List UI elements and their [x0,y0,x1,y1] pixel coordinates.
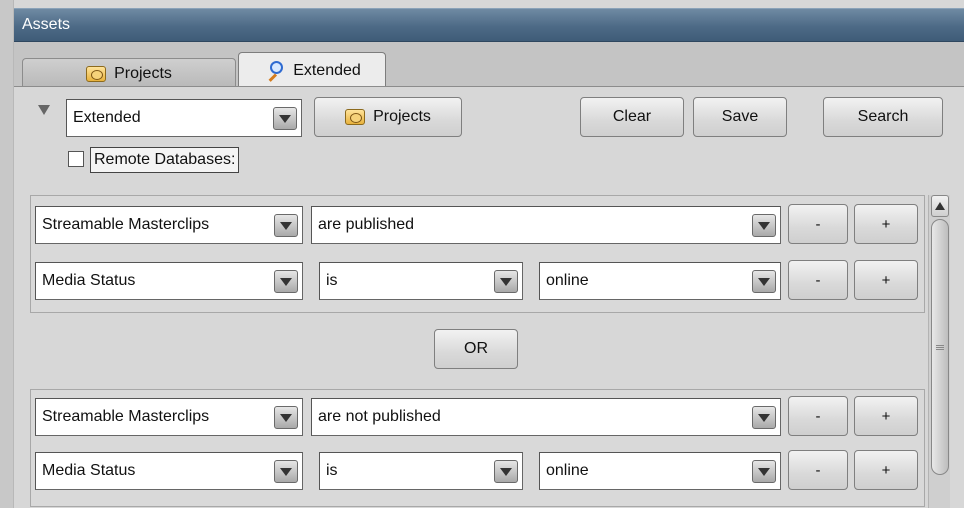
remove-condition-button[interactable]: - [788,204,848,244]
field-value: Streamable Masterclips [42,216,210,233]
operator-dropdown[interactable]: is [319,452,523,490]
vertical-scrollbar[interactable] [928,195,950,508]
search-mode-dropdown[interactable]: Extended [66,99,302,137]
remote-databases-checkbox[interactable] [68,151,84,167]
projects-button-label: Projects [373,108,431,125]
remove-condition-button[interactable]: - [788,260,848,300]
chevron-down-icon[interactable] [752,214,776,237]
tab-extended-label: Extended [293,61,361,79]
tab-projects[interactable]: Projects [22,58,236,88]
tab-extended[interactable]: Extended [238,52,386,88]
chevron-down-icon[interactable] [274,460,298,483]
search-mode-value: Extended [73,109,141,126]
chevron-down-icon[interactable] [273,107,297,130]
chevron-down-icon[interactable] [752,406,776,429]
chevron-down-icon[interactable] [494,270,518,293]
criteria-group-1: Streamable Masterclips are published - +… [30,195,925,313]
field-dropdown[interactable]: Media Status [35,452,303,490]
search-button[interactable]: Search [823,97,943,137]
tab-strip: Projects Extended [14,42,964,88]
operator-dropdown[interactable]: are not published [311,398,781,436]
projects-button[interactable]: Projects [314,97,462,137]
add-condition-label: + [881,461,891,479]
value-text: online [546,272,589,289]
chevron-down-icon[interactable] [274,406,298,429]
add-condition-button[interactable]: + [854,450,918,490]
remove-condition-label: - [815,271,821,289]
field-dropdown[interactable]: Streamable Masterclips [35,206,303,244]
add-condition-label: + [881,271,891,289]
disclosure-triangle-icon[interactable] [38,105,50,115]
operator-dropdown[interactable]: is [319,262,523,300]
save-button-label: Save [721,108,759,125]
field-value: Streamable Masterclips [42,408,210,425]
field-value: Media Status [42,462,136,479]
remove-condition-label: - [815,461,821,479]
remove-condition-button[interactable]: - [788,396,848,436]
field-value: Media Status [42,272,136,289]
add-condition-button[interactable]: + [854,260,918,300]
save-button[interactable]: Save [693,97,787,137]
operator-value: is [326,272,338,289]
operator-value: are not published [318,408,441,425]
add-condition-button[interactable]: + [854,396,918,436]
remote-databases-label: Remote Databases: [90,147,240,173]
left-border [0,0,14,508]
extended-search-content: Extended Projects Clear Save Search Remo… [14,86,964,508]
add-condition-label: + [881,215,891,233]
add-condition-label: + [881,407,891,425]
chevron-down-icon[interactable] [752,460,776,483]
grip-icon [936,344,944,350]
field-dropdown[interactable]: Streamable Masterclips [35,398,303,436]
remove-condition-button[interactable]: - [788,450,848,490]
assets-panel: Assets Projects Extended Extended Projec… [0,0,964,508]
operator-value: is [326,462,338,479]
or-label: OR [464,340,488,357]
operator-value: are published [318,216,415,233]
tab-projects-label: Projects [114,64,172,82]
criteria-group-2: Streamable Masterclips are not published… [30,389,925,507]
remove-condition-label: - [815,215,821,233]
operator-dropdown[interactable]: are published [311,206,781,244]
chevron-down-icon[interactable] [752,270,776,293]
clear-button[interactable]: Clear [580,97,684,137]
chevron-down-icon[interactable] [494,460,518,483]
add-condition-button[interactable]: + [854,204,918,244]
or-button[interactable]: OR [434,329,518,369]
chevron-down-icon[interactable] [274,214,298,237]
scroll-thumb[interactable] [931,219,949,475]
field-dropdown[interactable]: Media Status [35,262,303,300]
clear-button-label: Clear [612,108,652,125]
remove-condition-label: - [815,407,821,425]
projects-icon [345,109,366,125]
panel-title: Assets [14,8,964,42]
projects-icon [86,65,107,82]
search-icon [263,60,285,82]
value-text: online [546,462,589,479]
value-dropdown[interactable]: online [539,262,781,300]
scroll-up-arrow-icon[interactable] [931,195,949,217]
chevron-down-icon[interactable] [274,270,298,293]
search-button-label: Search [857,108,909,125]
value-dropdown[interactable]: online [539,452,781,490]
